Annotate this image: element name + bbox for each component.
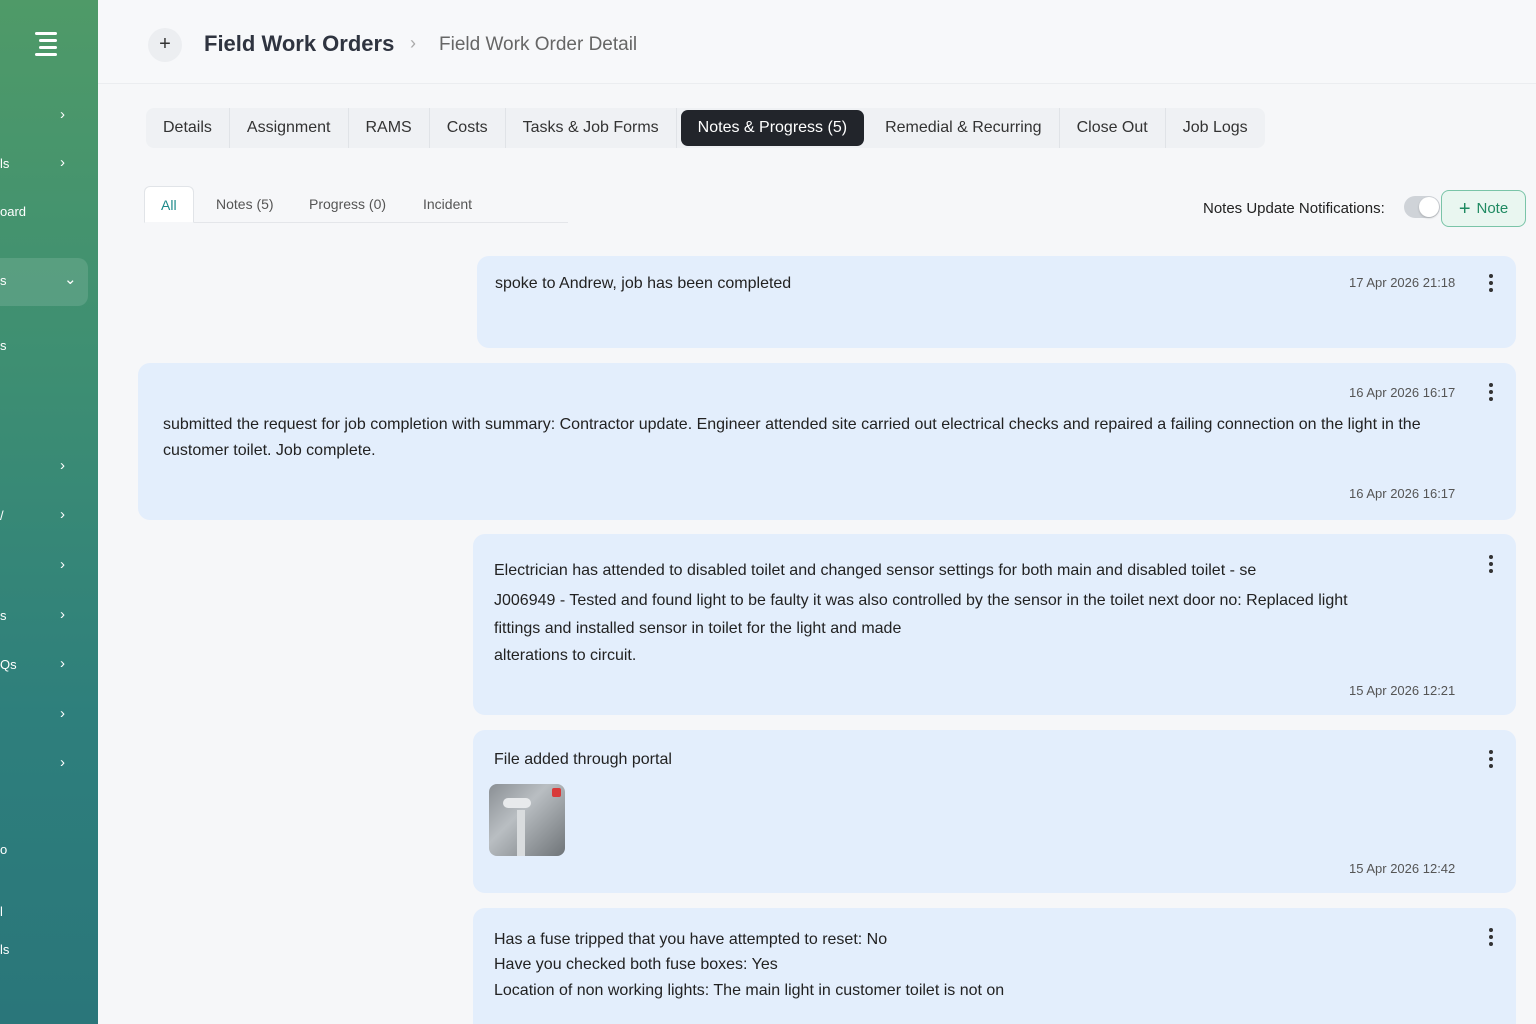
more-options-icon[interactable] xyxy=(1488,555,1494,573)
subtab-all[interactable]: All xyxy=(144,186,194,223)
sidebar-item-label: Qs xyxy=(0,657,17,672)
sidebar-item-active[interactable]: s ⌄ xyxy=(0,258,88,306)
subtab-notes[interactable]: Notes (5) xyxy=(216,186,274,223)
note-text-line: alterations to circuit. xyxy=(494,647,637,664)
sidebar-item[interactable]: › xyxy=(0,96,98,136)
add-note-label: Note xyxy=(1476,200,1509,217)
more-options-icon[interactable] xyxy=(1488,750,1494,768)
note-text-line: J006949 - Tested and found light to be f… xyxy=(494,592,1348,609)
sidebar-item[interactable]: ls xyxy=(0,930,98,970)
main-tabs: Details Assignment RAMS Costs Tasks & Jo… xyxy=(146,108,1265,148)
sidebar-item-label: / xyxy=(0,508,4,523)
chevron-right-icon: › xyxy=(60,457,65,474)
sidebar-item[interactable]: o xyxy=(0,830,98,870)
sidebar-item-label: s xyxy=(0,273,7,288)
chevron-right-icon: › xyxy=(60,154,65,171)
sidebar-item[interactable]: s › xyxy=(0,596,98,636)
sidebar-item-label: l xyxy=(0,904,3,919)
sidebar-item[interactable]: › xyxy=(0,695,98,735)
breadcrumb-field-work-orders[interactable]: Field Work Orders xyxy=(204,31,394,57)
add-button[interactable]: + xyxy=(148,28,182,62)
sidebar-item-label: ls xyxy=(0,156,10,171)
sidebar-item-label: ls xyxy=(0,942,10,957)
sidebar-item[interactable]: s xyxy=(0,326,98,366)
plus-icon: + xyxy=(1458,198,1471,220)
tab-rams[interactable]: RAMS xyxy=(349,108,430,148)
sidebar-item[interactable]: l xyxy=(0,892,98,932)
chevron-right-icon: › xyxy=(60,705,65,722)
note-text-line: Have you checked both fuse boxes: Yes xyxy=(494,956,778,973)
chevron-right-icon: › xyxy=(60,754,65,771)
chevron-right-icon: › xyxy=(60,506,65,523)
top-bar: + Field Work Orders › Field Work Order D… xyxy=(98,0,1536,84)
subtab-incident[interactable]: Incident xyxy=(423,186,472,223)
chevron-right-icon: › xyxy=(60,606,65,623)
sidebar: › ls › oard s ⌄ s › / › › s › Qs › › › o… xyxy=(0,0,98,1024)
note-card: Electrician has attended to disabled toi… xyxy=(473,534,1516,715)
sidebar-item[interactable]: oard xyxy=(0,192,98,232)
tab-tasks-job-forms[interactable]: Tasks & Job Forms xyxy=(506,108,677,148)
tab-remedial-recurring[interactable]: Remedial & Recurring xyxy=(868,108,1060,148)
note-timestamp: 16 Apr 2026 16:17 xyxy=(1349,385,1456,400)
sidebar-item[interactable]: / › xyxy=(0,496,98,536)
note-card: Has a fuse tripped that you have attempt… xyxy=(473,908,1516,1024)
menu-toggle-icon[interactable] xyxy=(32,32,60,56)
note-card: spoke to Andrew, job has been completed … xyxy=(477,256,1516,348)
note-card: 16 Apr 2026 16:17 submitted the request … xyxy=(138,363,1516,520)
sidebar-item-label: o xyxy=(0,842,8,857)
note-text-line: fittings and installed sensor in toilet … xyxy=(494,620,902,637)
attachment-thumbnail[interactable] xyxy=(489,784,565,856)
note-timestamp: 16 Apr 2026 16:17 xyxy=(1349,486,1456,501)
note-card: File added through portal 15 Apr 2026 12… xyxy=(473,730,1516,893)
add-note-button[interactable]: + Note xyxy=(1441,190,1526,227)
subtab-progress[interactable]: Progress (0) xyxy=(309,186,386,223)
note-timestamp: 17 Apr 2026 21:18 xyxy=(1349,275,1456,290)
tab-assignment[interactable]: Assignment xyxy=(230,108,349,148)
sidebar-item[interactable]: › xyxy=(0,744,98,784)
sidebar-item[interactable]: › xyxy=(0,546,98,586)
chevron-right-icon: › xyxy=(60,106,65,123)
note-timestamp: 15 Apr 2026 12:21 xyxy=(1349,683,1456,698)
note-text-line: Location of non working lights: The main… xyxy=(494,982,1005,999)
more-options-icon[interactable] xyxy=(1488,274,1494,292)
notifications-label: Notes Update Notifications: xyxy=(1203,200,1385,217)
chevron-right-icon: › xyxy=(60,655,65,672)
page-title: Field Work Order Detail xyxy=(439,34,638,55)
chevron-right-icon: › xyxy=(410,33,416,53)
tab-job-logs[interactable]: Job Logs xyxy=(1166,108,1265,148)
sidebar-item-label: s xyxy=(0,608,7,623)
sidebar-item[interactable]: ls › xyxy=(0,144,98,184)
tab-close-out[interactable]: Close Out xyxy=(1060,108,1166,148)
note-timestamp: 15 Apr 2026 12:42 xyxy=(1349,861,1456,876)
note-text-line: Has a fuse tripped that you have attempt… xyxy=(494,931,888,948)
note-text: submitted the request for job completion… xyxy=(163,416,1421,459)
note-filter-tabs: All Notes (5) Progress (0) Incident xyxy=(144,186,568,223)
more-options-icon[interactable] xyxy=(1488,383,1494,401)
chevron-down-icon: ⌄ xyxy=(64,271,77,288)
sidebar-item[interactable]: Qs › xyxy=(0,645,98,685)
tab-details[interactable]: Details xyxy=(146,108,230,148)
tab-notes-progress[interactable]: Notes & Progress (5) xyxy=(680,110,865,146)
note-text: File added through portal xyxy=(494,751,672,768)
note-text-line: Electrician has attended to disabled toi… xyxy=(494,562,1257,579)
tab-costs[interactable]: Costs xyxy=(430,108,506,148)
note-text: spoke to Andrew, job has been completed xyxy=(495,275,792,292)
notifications-toggle[interactable] xyxy=(1404,196,1440,218)
sidebar-item-label: s xyxy=(0,338,7,353)
sidebar-item[interactable]: › xyxy=(0,447,98,487)
more-options-icon[interactable] xyxy=(1488,928,1494,946)
chevron-right-icon: › xyxy=(60,556,65,573)
sidebar-item-label: oard xyxy=(0,204,27,219)
